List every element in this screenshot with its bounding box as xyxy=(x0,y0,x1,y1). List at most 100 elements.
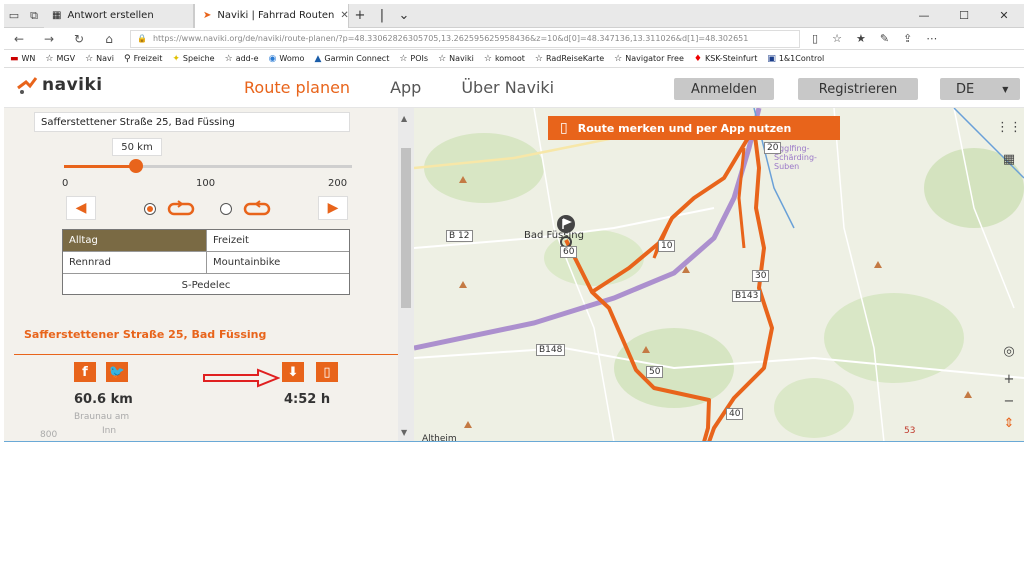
maximize-icon[interactable]: ☐ xyxy=(944,9,984,22)
lock-icon: 🔒 xyxy=(137,34,147,43)
tab-answer-label: Antwort erstellen xyxy=(67,10,154,21)
share-icon[interactable]: ⇪ xyxy=(903,32,912,45)
next-button[interactable]: ▶ xyxy=(318,196,348,220)
naviki-logo-icon xyxy=(17,77,38,94)
star-icon: ☆ xyxy=(483,53,492,64)
tab-actions-icon[interactable]: ▭ xyxy=(4,9,24,22)
chevron-down-icon[interactable]: ⌄ xyxy=(393,8,415,23)
favorite-item[interactable]: ☆ POIs xyxy=(399,54,428,64)
language-select[interactable]: DE ▼ xyxy=(940,78,1020,100)
favorite-item[interactable]: ⚲ Freizeit xyxy=(124,54,162,64)
refresh-icon[interactable]: ↻ xyxy=(64,32,94,46)
minimize-icon[interactable]: — xyxy=(904,9,944,22)
favorite-item[interactable]: ☆ Naviki xyxy=(438,54,474,64)
divider xyxy=(14,354,398,355)
mode-rennrad[interactable]: Rennrad xyxy=(63,252,207,274)
favorite-item[interactable]: ☆ RadReiseKarte xyxy=(535,54,604,64)
start-address-text: Safferstettener Straße 25, Bad Füssing xyxy=(41,116,235,128)
route-panel: ⊚ Safferstettener Straße 25, Bad Füssing… xyxy=(4,108,414,442)
tab-preview-icon[interactable]: ⧉ xyxy=(24,9,44,23)
scroll-thumb[interactable] xyxy=(401,148,411,308)
star-icon: ☆ xyxy=(614,53,623,64)
roundtrip-radio-1[interactable] xyxy=(144,203,156,215)
distance-slider-handle[interactable] xyxy=(129,159,143,173)
notes-icon[interactable]: ✎ xyxy=(880,32,889,45)
close-window-icon[interactable]: ✕ xyxy=(984,9,1024,22)
naviki-logo[interactable]: naviki xyxy=(16,74,103,96)
sparkasse-icon: ♦ xyxy=(693,53,702,64)
favorite-item[interactable]: ▣ 1&1Control xyxy=(767,54,824,64)
scroll-down-icon[interactable]: ▼ xyxy=(401,428,407,437)
road-badge: B 12 xyxy=(446,230,473,242)
apps-grid-icon[interactable]: ⋮⋮ xyxy=(996,116,1022,138)
login-button[interactable]: Anmelden xyxy=(674,78,774,100)
register-button[interactable]: Registrieren xyxy=(798,78,918,100)
road-badge: 20 xyxy=(764,142,782,154)
nav-route-planen[interactable]: Route planen xyxy=(244,78,350,97)
reading-view-icon[interactable]: ▯ xyxy=(812,32,818,45)
mode-alltag[interactable]: Alltag xyxy=(63,230,207,252)
zoom-out-icon[interactable]: − xyxy=(998,390,1020,412)
favorite-item[interactable]: ▬ WN xyxy=(10,54,35,64)
favorite-item[interactable]: ♦ KSK-Steinfurt xyxy=(694,54,757,64)
tab-naviki[interactable]: ➤ Naviki | Fahrrad Routen ✕ xyxy=(194,3,349,28)
browser-tab-bar: ▭ ⧉ ▦ Antwort erstellen ➤ Naviki | Fahrr… xyxy=(4,3,1024,28)
nav-ueber-naviki[interactable]: Über Naviki xyxy=(461,78,554,97)
forward-icon[interactable]: → xyxy=(34,32,64,46)
map-label-faded: 800 xyxy=(40,430,58,440)
favorite-item[interactable]: ☆ komoot xyxy=(484,54,525,64)
roundtrip-radio-2[interactable] xyxy=(220,203,232,215)
favorites-hub-icon[interactable]: ★ xyxy=(856,32,866,45)
favorite-item[interactable]: ☆ MGV xyxy=(45,54,75,64)
favorite-item[interactable]: ◉ Womo xyxy=(269,54,305,64)
star-icon: ☆ xyxy=(224,53,233,64)
url-text: https://www.naviki.org/de/naviki/route-p… xyxy=(152,34,749,43)
scroll-up-icon[interactable]: ▲ xyxy=(401,114,407,123)
road-number-label: 53 xyxy=(904,426,916,436)
locate-icon[interactable]: ◎ xyxy=(998,340,1020,362)
url-field[interactable]: 🔒 https://www.naviki.org/de/naviki/route… xyxy=(130,29,800,48)
more-icon[interactable]: ⋯ xyxy=(926,32,937,45)
route-map[interactable]: ▯ Route merken und per App nutzen Bad Fü… xyxy=(414,108,1024,442)
send-to-phone-icon[interactable]: ▯ xyxy=(316,362,338,382)
garmin-icon: ▲ xyxy=(314,53,322,64)
favorite-item[interactable]: ☆ add-e xyxy=(225,54,259,64)
favorite-item[interactable]: ☆ Navi xyxy=(85,54,114,64)
zoom-in-icon[interactable]: + xyxy=(998,368,1020,390)
tab-answer[interactable]: ▦ Antwort erstellen xyxy=(44,3,194,28)
favorite-item[interactable]: ☆ Navigator Free xyxy=(614,54,684,64)
star-icon: ☆ xyxy=(438,53,447,64)
mode-s-pedelec[interactable]: S-Pedelec xyxy=(63,274,349,296)
road-badge: 10 xyxy=(658,240,676,252)
twitter-share-icon[interactable]: 🐦 xyxy=(106,362,128,382)
naviki-favicon-icon: ➤ xyxy=(203,10,212,21)
close-tab-icon[interactable]: ✕ xyxy=(340,10,348,21)
home-icon[interactable]: ⌂ xyxy=(94,32,124,46)
panel-scrollbar[interactable]: ▲ ▼ xyxy=(398,108,414,442)
favorite-item[interactable]: ✦ Speiche xyxy=(172,54,214,64)
star-icon: ☆ xyxy=(45,53,54,64)
map-canvas xyxy=(414,108,1024,442)
favorite-star-icon[interactable]: ☆ xyxy=(832,32,842,45)
phone-icon: ▯ xyxy=(560,120,568,136)
oneandone-icon: ▣ xyxy=(767,53,776,64)
previous-button[interactable]: ◀ xyxy=(66,196,96,220)
new-tab-icon[interactable]: + xyxy=(349,8,371,23)
route-panel-content: ⊚ Safferstettener Straße 25, Bad Füssing… xyxy=(4,108,398,442)
compass-icon[interactable]: ⇕ xyxy=(998,412,1020,434)
favorite-item[interactable]: ▲ Garmin Connect xyxy=(314,54,389,64)
favorites-bar: ▬ WN ☆ MGV ☆ Navi ⚲ Freizeit ✦ Speiche ☆ add-e… xyxy=(4,50,1024,68)
nav-app[interactable]: App xyxy=(390,78,421,97)
back-icon[interactable]: ← xyxy=(4,32,34,46)
mode-mountainbike[interactable]: Mountainbike xyxy=(207,252,349,274)
mode-freizeit[interactable]: Freizeit xyxy=(207,230,349,252)
map-layers-icon[interactable]: ▦ xyxy=(998,148,1020,170)
facebook-share-icon[interactable]: f xyxy=(74,362,96,382)
map-place-label: Bad Füssing xyxy=(524,230,584,241)
download-gpx-icon[interactable]: ⬇ xyxy=(282,362,304,382)
logo-text: naviki xyxy=(42,75,103,95)
road-badge: 30 xyxy=(752,270,770,282)
route-save-banner[interactable]: ▯ Route merken und per App nutzen xyxy=(548,116,840,140)
road-badge: 40 xyxy=(726,408,744,420)
start-address-field[interactable]: Safferstettener Straße 25, Bad Füssing xyxy=(34,112,350,132)
